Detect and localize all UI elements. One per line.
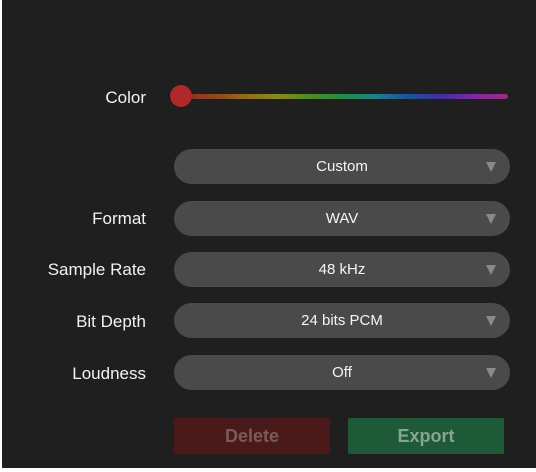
format-label: Format	[92, 209, 146, 228]
loudness-select[interactable]: Off	[174, 355, 510, 390]
export-button[interactable]: Export	[348, 418, 504, 454]
loudness-label: Loudness	[72, 364, 146, 383]
preset-value: Custom	[316, 158, 368, 175]
chevron-down-icon	[486, 368, 496, 378]
format-value: WAV	[325, 210, 359, 227]
bit-depth-select[interactable]: 24 bits PCM	[174, 303, 510, 338]
color-label: Color	[105, 88, 146, 107]
delete-button[interactable]: Delete	[174, 418, 330, 454]
preset-select[interactable]: Custom	[174, 149, 510, 184]
chevron-down-icon	[486, 214, 496, 224]
bit-depth-value: 24 bits PCM	[301, 312, 383, 329]
chevron-down-icon	[486, 265, 496, 275]
sample-rate-select[interactable]: 48 kHz	[174, 252, 510, 287]
color-slider-knob[interactable]	[170, 85, 192, 107]
chevron-down-icon	[486, 162, 496, 172]
color-slider-track[interactable]	[178, 94, 508, 99]
format-select[interactable]: WAV	[174, 201, 510, 236]
export-settings-panel: Color Custom Format WAV Sample Rate 48 k…	[2, 0, 536, 468]
sample-rate-label: Sample Rate	[47, 260, 146, 279]
chevron-down-icon	[486, 316, 496, 326]
bit-depth-label: Bit Depth	[76, 312, 146, 331]
loudness-value: Off	[332, 364, 352, 381]
sample-rate-value: 48 kHz	[318, 261, 366, 278]
